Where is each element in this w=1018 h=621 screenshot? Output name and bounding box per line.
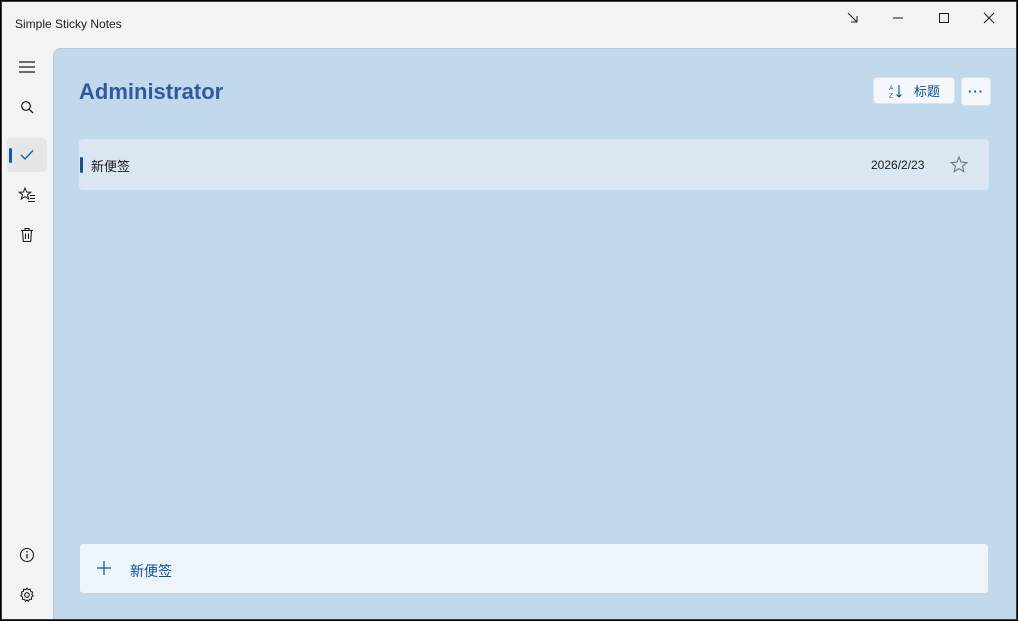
compact-overlay-button[interactable] — [830, 2, 876, 34]
gear-icon — [20, 587, 34, 603]
new-note-label: 新便签 — [130, 563, 172, 579]
app-title: Simple Sticky Notes — [15, 17, 122, 31]
main-content: Administrator A Z 标题 ··· 新便签 2026/2/23 新 — [53, 48, 1016, 619]
sort-label: 标题 — [914, 84, 941, 99]
sidebar-item-starred[interactable] — [7, 178, 47, 212]
minimize-icon — [893, 17, 903, 19]
settings-button[interactable] — [7, 578, 47, 612]
sort-az-icon: A Z — [889, 84, 902, 99]
trash-icon — [21, 227, 33, 243]
sidebar-item-notes[interactable] — [7, 138, 47, 172]
note-title: 新便签 — [91, 159, 131, 174]
plus-icon — [97, 561, 111, 575]
search-icon — [21, 101, 34, 114]
sort-button[interactable]: A Z 标题 — [873, 77, 955, 104]
check-icon — [20, 150, 34, 160]
info-icon — [19, 547, 35, 563]
search-button[interactable] — [7, 90, 47, 124]
sidebar — [2, 48, 53, 619]
menu-button[interactable] — [7, 50, 47, 84]
menu-icon — [19, 61, 35, 73]
app-window: Simple Sticky Notes Administrator A Z 标题… — [1, 1, 1017, 620]
note-date: 2026/2/23 — [871, 158, 925, 172]
sidebar-item-trash[interactable] — [7, 218, 47, 252]
maximize-icon — [939, 13, 949, 23]
svg-text:Z: Z — [889, 92, 893, 99]
note-color-indicator — [80, 157, 83, 173]
note-list-item[interactable]: 新便签 2026/2/23 — [79, 139, 989, 190]
page-title: Administrator — [79, 79, 224, 104]
about-button[interactable] — [7, 538, 47, 572]
svg-text:A: A — [889, 85, 894, 92]
new-note-button[interactable]: 新便签 — [79, 543, 989, 594]
starred-list-icon — [18, 187, 35, 202]
active-indicator — [9, 148, 12, 163]
maximize-button[interactable] — [921, 2, 967, 34]
close-button[interactable] — [966, 2, 1012, 34]
title-bar: Simple Sticky Notes — [2, 2, 1016, 48]
arrow-down-right-icon — [847, 12, 858, 23]
close-icon — [983, 12, 995, 24]
minimize-button[interactable] — [875, 2, 921, 34]
more-icon: ··· — [968, 84, 984, 99]
star-icon[interactable] — [949, 155, 969, 175]
more-options-button[interactable]: ··· — [961, 77, 991, 106]
